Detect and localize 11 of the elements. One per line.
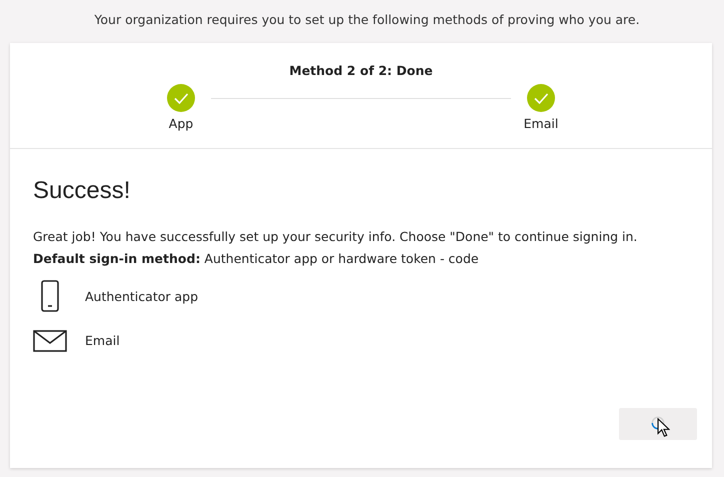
intro-text: Your organization requires you to set up the following methods of proving who you are. [93,11,641,29]
progress-title: Method 2 of 2: Done [289,63,433,78]
cursor-icon [657,418,670,438]
success-message: Great job! You have successfully set up your security info. Choose "Done" to continue signing in. [33,229,638,244]
method-label: Email [85,332,120,348]
step-label: App [168,116,194,131]
success-heading: Success! [33,176,132,205]
method-label: Authenticator app [85,288,198,304]
default-method-text: Default sign-in method: Authenticator app or hardware token - code [33,251,480,266]
step-label: Email [524,116,558,131]
done-button[interactable] [619,408,697,440]
